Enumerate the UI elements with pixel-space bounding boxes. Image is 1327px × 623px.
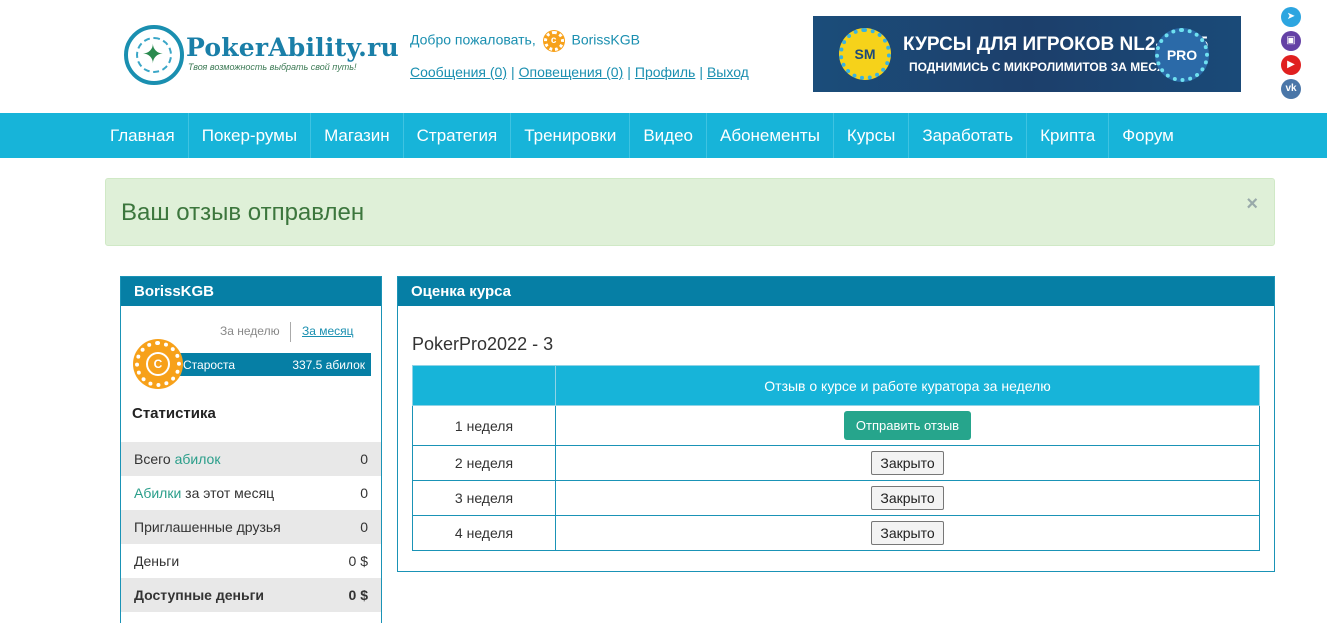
close-icon[interactable]: × [1246, 193, 1258, 216]
nav-item-courses[interactable]: Курсы [834, 113, 910, 158]
welcome-username[interactable]: BorissKGB [572, 32, 640, 48]
week-label: 2 неделя [412, 445, 556, 481]
stat-value: 0 $ [348, 587, 368, 603]
week-label: 3 неделя [412, 480, 556, 516]
profile-link[interactable]: Профиль [635, 64, 695, 80]
stat-row: Доступные деньги 0 $ [121, 578, 381, 612]
welcome-text: Добро пожаловать, [410, 31, 536, 48]
site-header: ✦ PokerAbility.ru Твоя возможность выбра… [0, 0, 1327, 113]
closed-button[interactable]: Закрыто [871, 451, 944, 475]
abilki-link[interactable]: абилок [175, 451, 221, 467]
weeks-table: Отзыв о курсе и работе куратора за недел… [412, 365, 1260, 551]
rank-chip-icon: C [135, 341, 181, 387]
logo-emblem: ✦ [124, 25, 184, 85]
twitch-icon[interactable]: ▣ [1281, 31, 1301, 51]
logout-link[interactable]: Выход [707, 64, 749, 80]
nav-item-home[interactable]: Главная [97, 113, 189, 158]
stat-value: 0 [360, 485, 368, 501]
table-row: 1 неделя Отправить отзыв [412, 405, 1260, 446]
chip-icon: c [543, 31, 564, 51]
period-month-link[interactable]: За месяц [302, 324, 354, 338]
sm-badge: SM [839, 28, 891, 80]
send-feedback-button[interactable]: Отправить отзыв [843, 411, 972, 440]
nav-item-earn[interactable]: Заработать [909, 113, 1028, 158]
messages-link[interactable]: Сообщения (0) [410, 64, 507, 80]
abilki-month-link[interactable]: Абилки [134, 485, 181, 501]
youtube-icon[interactable]: ▶ [1281, 55, 1301, 75]
closed-button[interactable]: Закрыто [871, 521, 944, 545]
table-row: 4 неделя Закрыто [412, 515, 1260, 551]
nav-item-crypto[interactable]: Крипта [1027, 113, 1110, 158]
stat-value: 0 [360, 519, 368, 535]
stat-value: 0 $ [348, 553, 368, 569]
course-rating-panel: Оценка курса PokerPro2022 - 3 Отзыв о ку… [397, 276, 1275, 572]
promo-banner[interactable]: SM КУРСЫ ДЛЯ ИГРОКОВ NL2-NL25 ПОДНИМИСЬ … [813, 16, 1241, 92]
header-feedback: Отзыв о курсе и работе куратора за недел… [555, 365, 1260, 406]
alert-message: Ваш отзыв отправлен [121, 199, 365, 226]
vk-icon[interactable]: vk [1281, 79, 1301, 99]
nav-item-poker-rooms[interactable]: Покер-румы [189, 113, 312, 158]
table-row: 3 неделя Закрыто [412, 480, 1260, 516]
welcome-line: Добро пожаловать, c BorissKGB [410, 31, 640, 51]
nav-item-subscriptions[interactable]: Абонементы [707, 113, 834, 158]
table-header: Отзыв о курсе и работе куратора за недел… [412, 365, 1260, 406]
nav-item-forum[interactable]: Форум [1109, 113, 1187, 158]
table-row: 2 неделя Закрыто [412, 445, 1260, 481]
period-week[interactable]: За неделю [220, 324, 280, 338]
closed-button[interactable]: Закрыто [871, 486, 944, 510]
user-sidebar: BorissKGB За неделю За месяц Староста 33… [120, 276, 382, 623]
nav-item-training[interactable]: Тренировки [511, 113, 631, 158]
main-nav: Главная Покер-румы Магазин Стратегия Тре… [0, 113, 1327, 158]
nav-item-video[interactable]: Видео [630, 113, 707, 158]
nav-item-strategy[interactable]: Стратегия [404, 113, 512, 158]
header-week [412, 365, 556, 406]
period-divider [290, 322, 291, 342]
course-name: PokerPro2022 - 3 [412, 334, 554, 354]
user-links: Сообщения (0) | Оповещения (0) | Профиль | Вых… [410, 64, 749, 80]
stat-row: Абилки за этот месяц 0 [134, 485, 368, 501]
telegram-icon[interactable]: ➤ [1281, 7, 1301, 27]
panel-title: Оценка курса [398, 277, 1274, 306]
week-label: 1 неделя [412, 405, 556, 446]
pro-badge: PRO [1155, 28, 1209, 82]
nav-item-shop[interactable]: Магазин [311, 113, 404, 158]
rank-name: Староста [183, 358, 236, 372]
rank-bar: Староста 337.5 абилок [161, 353, 371, 376]
stats-heading: Статистика [132, 405, 216, 422]
stat-row: Приглашенные друзья 0 [121, 510, 381, 544]
logo-title: PokerAbility.ru [186, 33, 399, 62]
banner-line2: ПОДНИМИСЬ С МИКРОЛИМИТОВ ЗА МЕСЯЦ [909, 60, 1175, 74]
stat-row: Всего абилок 0 [121, 442, 381, 476]
stats-list: Всего абилок 0 Абилки за этот месяц 0 Пр… [121, 442, 381, 612]
success-alert: Ваш отзыв отправлен × [105, 178, 1275, 246]
sidebar-title: BorissKGB [121, 277, 381, 306]
stat-row: Деньги 0 $ [134, 553, 368, 569]
stat-value: 0 [360, 451, 368, 467]
site-logo[interactable]: ✦ PokerAbility.ru Твоя возможность выбра… [124, 25, 399, 87]
week-label: 4 неделя [412, 515, 556, 551]
logo-tagline: Твоя возможность выбрать свой путь! [188, 62, 357, 72]
notifications-link[interactable]: Оповещения (0) [519, 64, 624, 80]
rank-value: 337.5 абилок [292, 358, 365, 372]
